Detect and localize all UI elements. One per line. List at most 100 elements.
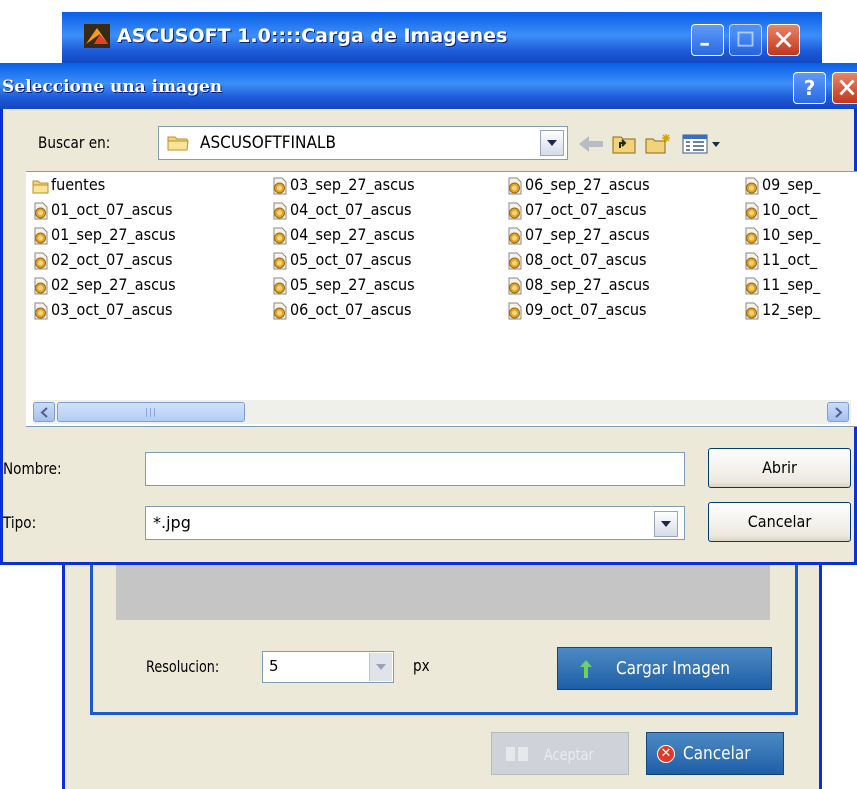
image-file-icon bbox=[745, 202, 759, 220]
file-name: 07_oct_07_ascus bbox=[525, 200, 647, 219]
maximize-button[interactable] bbox=[729, 24, 762, 56]
dialog-cancel-label: Cancelar bbox=[747, 512, 812, 531]
file-name: 01_oct_07_ascus bbox=[51, 200, 173, 219]
file-name: 08_sep_27_ascus bbox=[525, 275, 650, 294]
file-name: 07_sep_27_ascus bbox=[525, 225, 650, 244]
accept-icon bbox=[506, 747, 528, 761]
image-file-icon bbox=[273, 177, 287, 195]
maximize-icon bbox=[737, 31, 754, 47]
folder-icon bbox=[32, 180, 49, 194]
look-in-dropdown-button[interactable] bbox=[540, 130, 564, 156]
close-icon bbox=[775, 31, 792, 48]
horizontal-scrollbar[interactable] bbox=[33, 400, 851, 424]
image-file-icon bbox=[508, 252, 522, 270]
file-name: 04_sep_27_ascus bbox=[290, 225, 415, 244]
image-file-icon bbox=[508, 277, 522, 295]
new-folder-icon[interactable] bbox=[644, 133, 672, 155]
close-icon bbox=[839, 79, 855, 96]
load-image-label: Cargar Imagen bbox=[616, 658, 730, 679]
resolution-combo[interactable]: 5 bbox=[262, 651, 394, 683]
scroll-right-icon bbox=[835, 407, 843, 418]
image-preview-area bbox=[116, 560, 770, 620]
file-name: 11_oct_ bbox=[762, 250, 818, 269]
image-file-icon bbox=[745, 252, 759, 270]
open-button[interactable]: Abrir bbox=[708, 448, 851, 488]
file-name: 12_sep_ bbox=[762, 300, 821, 319]
cancel-main-button[interactable]: ✕ Cancelar bbox=[646, 732, 784, 775]
image-file-icon bbox=[745, 302, 759, 320]
cancel-main-label: Cancelar bbox=[683, 743, 751, 764]
resolution-value: 5 bbox=[269, 657, 279, 675]
image-file-icon bbox=[745, 277, 759, 295]
accept-label: Aceptar bbox=[544, 745, 594, 764]
main-window-title: ASCUSOFT 1.0::::Carga de Imagenes bbox=[117, 25, 508, 47]
upload-arrow-icon bbox=[580, 660, 592, 678]
image-file-icon bbox=[508, 302, 522, 320]
load-image-button[interactable]: Cargar Imagen bbox=[557, 647, 772, 690]
image-file-icon bbox=[508, 202, 522, 220]
file-name: 06_sep_27_ascus bbox=[525, 175, 650, 194]
minimize-icon bbox=[700, 42, 709, 46]
scroll-thumb[interactable] bbox=[57, 402, 245, 422]
image-file-icon bbox=[34, 227, 48, 245]
accept-button[interactable]: Aceptar bbox=[491, 732, 629, 775]
scroll-right-button[interactable] bbox=[827, 402, 849, 422]
filetype-value: *.jpg bbox=[153, 513, 191, 532]
image-file-icon bbox=[273, 252, 287, 270]
resolution-dropdown-button[interactable] bbox=[369, 653, 392, 681]
filename-input[interactable] bbox=[145, 452, 685, 486]
file-list[interactable]: fuentes 01_oct_07_ascus 01_sep_27_ascus 02_… bbox=[26, 171, 857, 427]
dialog-close-button[interactable] bbox=[832, 72, 857, 104]
cancel-x-icon: ✕ bbox=[657, 745, 675, 763]
file-name: 05_oct_07_ascus bbox=[290, 250, 412, 269]
file-name: 11_sep_ bbox=[762, 275, 821, 294]
file-name: 03_oct_07_ascus bbox=[51, 300, 173, 319]
help-button[interactable]: ? bbox=[793, 72, 826, 104]
look-in-value: ASCUSOFTFINALB bbox=[200, 133, 336, 153]
filetype-combo[interactable]: *.jpg bbox=[145, 506, 685, 540]
scroll-grip bbox=[150, 408, 151, 417]
file-name: 06_oct_07_ascus bbox=[290, 300, 412, 319]
file-name: 09_sep_ bbox=[762, 175, 821, 194]
file-name: 01_sep_27_ascus bbox=[51, 225, 176, 244]
look-in-combo[interactable]: ASCUSOFTFINALB bbox=[158, 126, 568, 160]
view-menu-icon[interactable] bbox=[682, 133, 724, 155]
file-name: 08_oct_07_ascus bbox=[525, 250, 647, 269]
image-file-icon bbox=[34, 252, 48, 270]
scroll-left-button[interactable] bbox=[33, 402, 55, 422]
file-name: 10_sep_ bbox=[762, 225, 821, 244]
image-file-icon bbox=[273, 277, 287, 295]
filetype-label: Tipo: bbox=[3, 513, 37, 532]
minimize-button[interactable] bbox=[691, 24, 724, 56]
look-in-label: Buscar en: bbox=[38, 133, 111, 152]
file-name: 02_sep_27_ascus bbox=[51, 275, 176, 294]
scroll-left-icon bbox=[40, 407, 48, 418]
image-file-icon bbox=[745, 177, 759, 195]
image-file-icon bbox=[34, 202, 48, 220]
scroll-grip bbox=[154, 408, 155, 417]
image-file-icon bbox=[273, 302, 287, 320]
unit-label: px bbox=[413, 656, 430, 675]
dropdown-arrow-icon bbox=[376, 664, 386, 670]
file-name: 09_oct_07_ascus bbox=[525, 300, 647, 319]
filetype-dropdown-button[interactable] bbox=[654, 511, 678, 537]
resolution-label: Resolucion: bbox=[146, 657, 220, 676]
file-name: 02_oct_07_ascus bbox=[51, 250, 173, 269]
main-close-button[interactable] bbox=[767, 24, 800, 56]
image-file-icon bbox=[34, 277, 48, 295]
file-name: fuentes bbox=[51, 175, 106, 194]
back-arrow-icon[interactable] bbox=[579, 133, 609, 155]
up-folder-icon[interactable] bbox=[611, 133, 639, 155]
image-file-icon bbox=[34, 302, 48, 320]
dropdown-arrow-icon bbox=[547, 140, 557, 146]
file-name: 04_oct_07_ascus bbox=[290, 200, 412, 219]
file-name: 10_oct_ bbox=[762, 200, 818, 219]
image-file-icon bbox=[745, 227, 759, 245]
image-file-icon bbox=[508, 177, 522, 195]
image-file-icon bbox=[273, 227, 287, 245]
image-file-icon bbox=[273, 202, 287, 220]
dialog-cancel-button[interactable]: Cancelar bbox=[708, 502, 851, 542]
folder-icon bbox=[167, 136, 189, 151]
filename-label: Nombre: bbox=[3, 459, 62, 478]
app-icon bbox=[84, 24, 110, 48]
